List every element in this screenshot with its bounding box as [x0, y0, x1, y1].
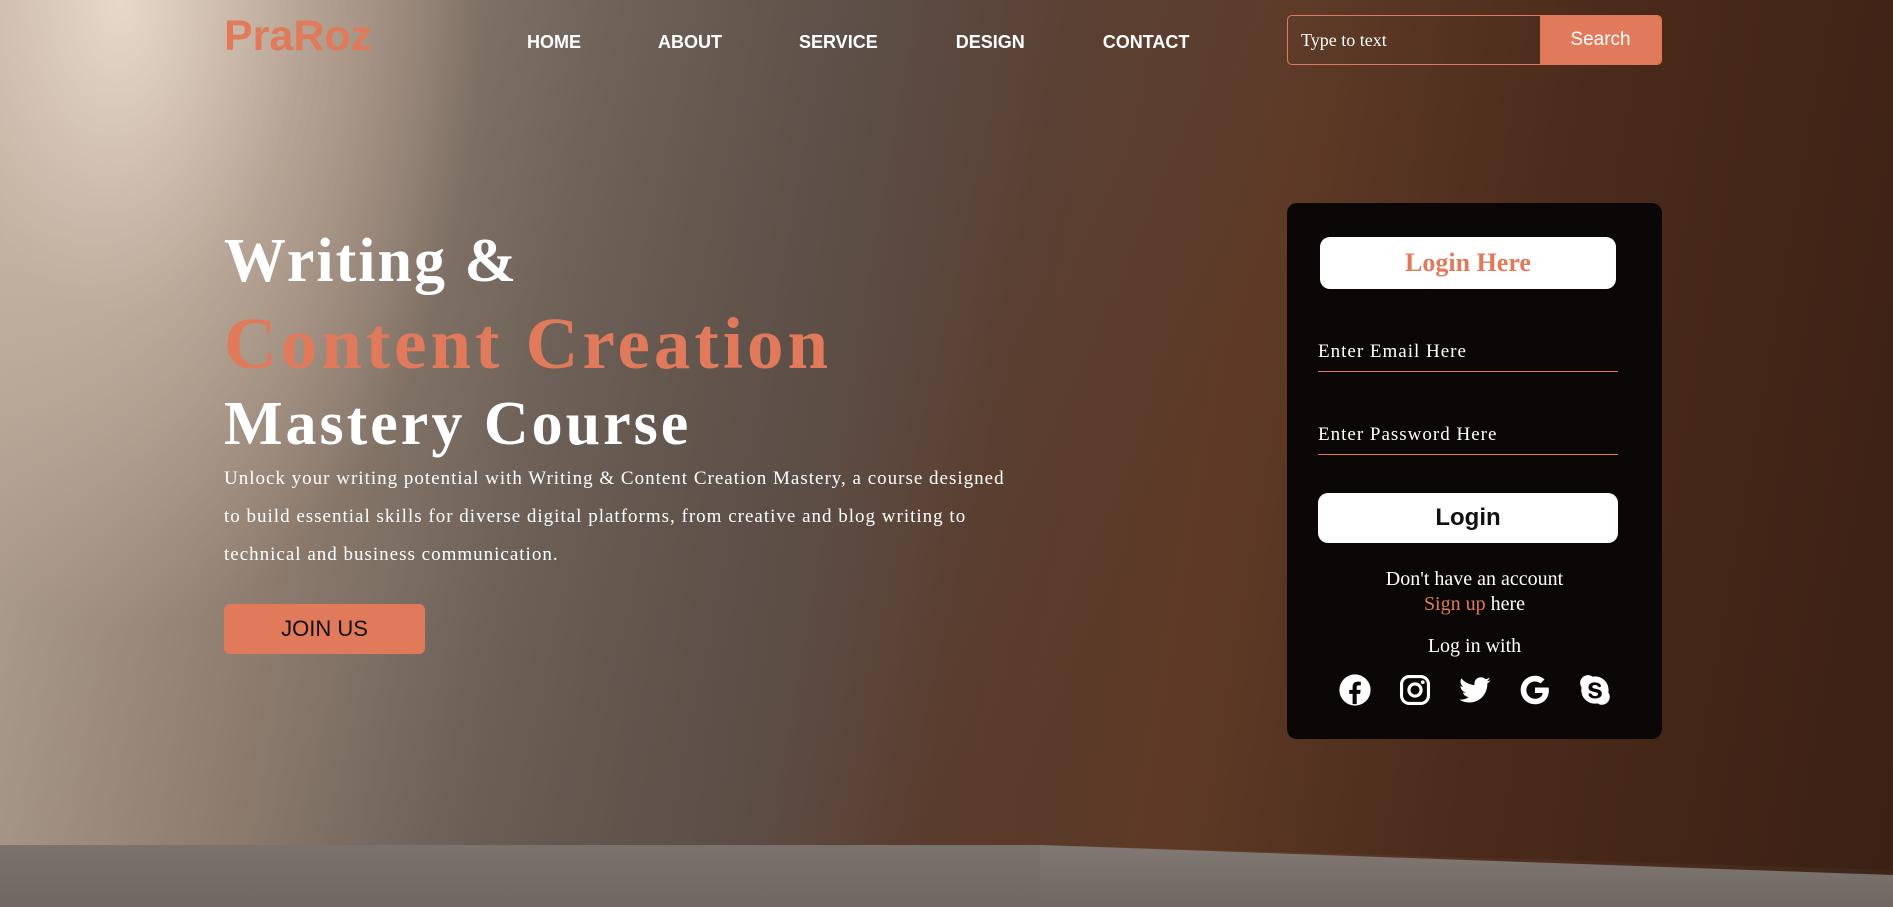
search-bar: Search — [1287, 15, 1662, 65]
hero-title-line2: Content Creation — [224, 303, 833, 384]
signup-line: Sign up here — [1287, 592, 1662, 617]
login-card: Login Here Login Don't have an account S… — [1287, 203, 1662, 739]
search-button[interactable]: Search — [1540, 16, 1661, 64]
brand-logo[interactable]: PraRoz — [224, 12, 372, 61]
nav-item-service[interactable]: SERVICE — [799, 32, 878, 53]
main-nav: HOME ABOUT SERVICE DESIGN CONTACT — [527, 32, 1189, 53]
signup-suffix: here — [1485, 593, 1526, 615]
login-title: Login Here — [1320, 237, 1616, 289]
signup-link[interactable]: Sign up — [1424, 593, 1486, 615]
nav-item-contact[interactable]: CONTACT — [1103, 32, 1190, 53]
skype-icon[interactable] — [1577, 672, 1613, 708]
nav-item-design[interactable]: DESIGN — [956, 32, 1025, 53]
hero-description: Unlock your writing potential with Writi… — [224, 468, 1005, 565]
join-us-button[interactable]: JOIN US — [224, 604, 425, 654]
nav-item-home[interactable]: HOME — [527, 32, 581, 53]
social-login-icons — [1337, 672, 1637, 708]
google-icon[interactable] — [1517, 672, 1553, 708]
nav-item-about[interactable]: ABOUT — [658, 32, 722, 53]
no-account-text: Don't have an account — [1385, 568, 1564, 590]
instagram-icon[interactable] — [1397, 672, 1433, 708]
hero-title-line3: Mastery Course — [224, 390, 692, 458]
password-field-wrapper — [1318, 415, 1618, 455]
login-with-text: Log in with — [1427, 635, 1522, 657]
password-field[interactable] — [1318, 415, 1618, 454]
email-field-wrapper — [1318, 332, 1618, 372]
email-field[interactable] — [1318, 332, 1618, 371]
search-input[interactable] — [1288, 16, 1540, 64]
login-button[interactable]: Login — [1318, 493, 1618, 543]
twitter-icon[interactable] — [1457, 672, 1493, 708]
facebook-icon[interactable] — [1337, 672, 1373, 708]
hero-title-line1: Writing & — [224, 227, 519, 295]
